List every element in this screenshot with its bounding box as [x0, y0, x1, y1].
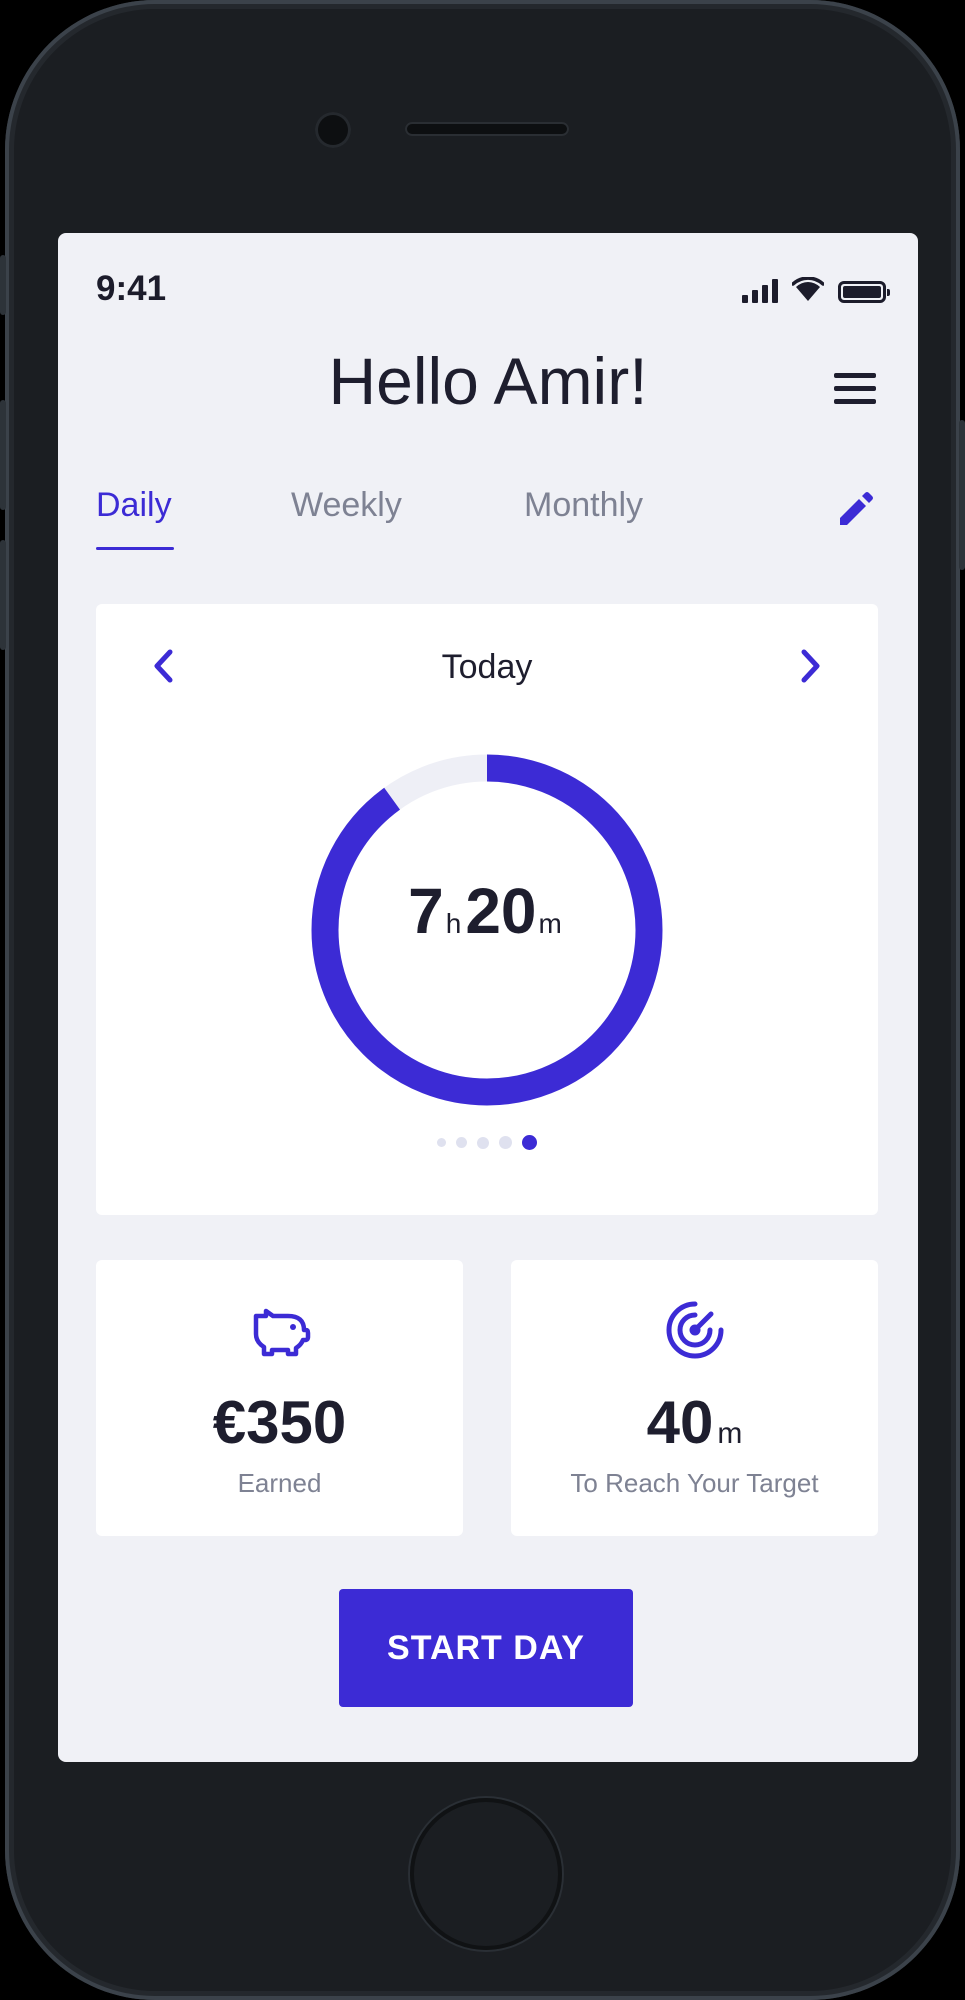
- next-day-chevron-icon[interactable]: [794, 644, 828, 688]
- phone-frame: 9:41 Hello Amir! Daily Weekly Monthly To…: [0, 0, 965, 2000]
- worked-time-readout: 7h20m: [296, 874, 678, 948]
- home-button[interactable]: [410, 1798, 562, 1950]
- start-day-button[interactable]: START DAY: [339, 1589, 633, 1707]
- power-button: [959, 420, 965, 570]
- tab-weekly[interactable]: Weekly: [291, 486, 402, 525]
- mute-switch: [0, 255, 6, 315]
- volume-down-button: [0, 540, 6, 650]
- period-tabs: Daily Weekly Monthly: [96, 486, 880, 546]
- target-card: 40 m To Reach Your Target: [511, 1260, 878, 1536]
- today-summary-card: Today 7h20m: [96, 604, 878, 1215]
- status-time: 9:41: [96, 269, 167, 308]
- earpiece-speaker: [405, 122, 569, 136]
- cellular-signal-icon: [742, 279, 778, 303]
- piggy-bank-icon: [253, 1308, 310, 1357]
- earned-card: €350 Earned: [96, 1260, 463, 1536]
- greeting-title: Hello Amir!: [328, 344, 648, 418]
- target-icon: [666, 1301, 723, 1359]
- target-value-unit: m: [717, 1417, 743, 1450]
- target-label: To Reach Your Target: [570, 1468, 819, 1498]
- earned-value: €350: [212, 1389, 347, 1456]
- minutes-value: 20: [465, 875, 537, 947]
- target-value-number: 40: [646, 1389, 714, 1456]
- target-remaining-value: 40 m: [511, 1388, 878, 1457]
- pagination-dots: [96, 1135, 878, 1150]
- tab-monthly[interactable]: Monthly: [524, 486, 643, 525]
- hours-unit: h: [445, 908, 462, 939]
- pagination-dot[interactable]: [437, 1138, 446, 1147]
- hamburger-menu-icon[interactable]: [834, 373, 876, 405]
- pagination-dot[interactable]: [499, 1136, 512, 1149]
- app-screen: 9:41 Hello Amir! Daily Weekly Monthly To…: [58, 233, 918, 1762]
- minutes-unit: m: [538, 908, 562, 939]
- pagination-dot[interactable]: [477, 1136, 489, 1149]
- active-tab-indicator: [96, 547, 174, 550]
- front-camera: [315, 112, 351, 148]
- pagination-dot[interactable]: [522, 1135, 537, 1150]
- day-label: Today: [441, 648, 533, 686]
- earned-label: Earned: [237, 1468, 322, 1498]
- tab-daily[interactable]: Daily: [96, 486, 172, 525]
- status-icons: [742, 273, 890, 303]
- pagination-dot[interactable]: [456, 1137, 467, 1148]
- pencil-edit-icon[interactable]: [834, 487, 878, 531]
- battery-icon: [838, 281, 890, 303]
- volume-up-button: [0, 400, 6, 510]
- wifi-icon: [792, 277, 824, 301]
- hours-value: 7: [408, 875, 444, 947]
